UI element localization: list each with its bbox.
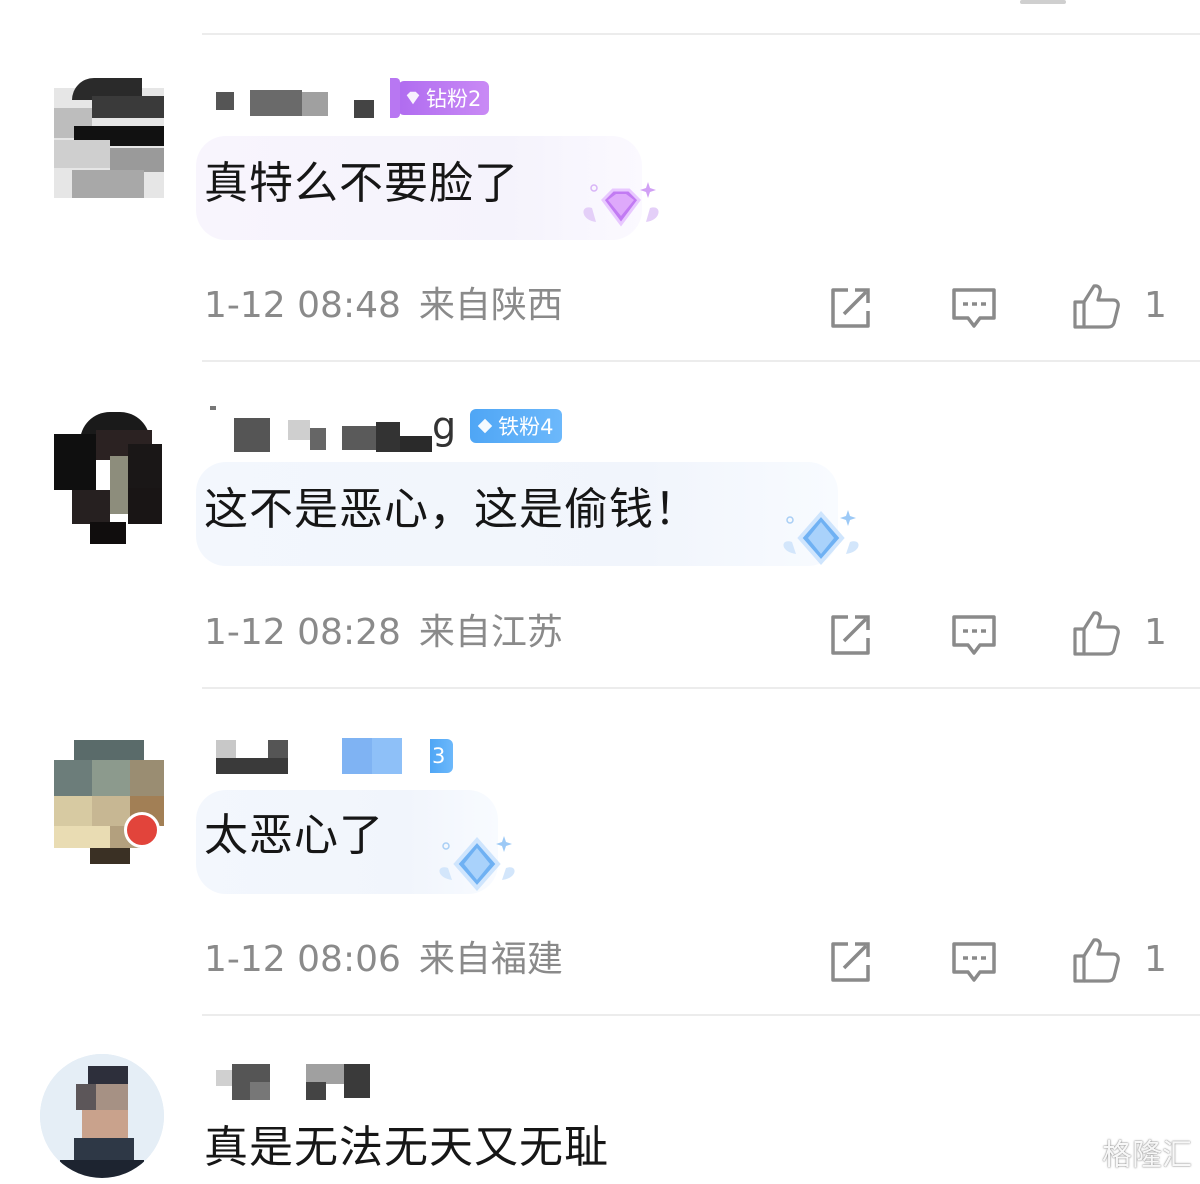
fan-badge-label: 铁粉4 (498, 415, 554, 439)
username-row: 3 (204, 736, 454, 776)
username-tail: g (432, 404, 457, 448)
comment-icon[interactable] (950, 284, 998, 332)
diamond-wings-icon (439, 836, 515, 892)
watermark: 格隆汇 (1064, 1130, 1192, 1174)
share-icon[interactable] (826, 938, 874, 986)
avatar[interactable] (40, 1054, 164, 1178)
fan-badge: 铁粉4 (470, 409, 562, 443)
comment-text: 真是无法无天又无耻 (204, 1122, 609, 1173)
comment-text: 真特么不要脸了 (204, 158, 519, 209)
comment-location: 来自江苏 (418, 612, 563, 653)
username-masked[interactable] (204, 736, 434, 776)
fan-badge: 钻粉2 (398, 81, 490, 115)
divider (202, 33, 1200, 35)
comment-location: 来自福建 (418, 939, 563, 980)
diamond-wings-icon (783, 510, 859, 566)
watermark-text: 格隆汇 (1102, 1138, 1192, 1173)
avatar[interactable] (54, 740, 164, 864)
comment-icon[interactable] (950, 611, 998, 659)
thumbs-up-icon[interactable] (1072, 936, 1120, 984)
watermark-logo-icon (1065, 1136, 1097, 1168)
comment-text: 这不是恶心，这是偷钱！ (204, 484, 699, 535)
avatar[interactable] (54, 78, 164, 200)
share-icon[interactable] (826, 284, 874, 332)
comment-text: 太恶心了 (204, 810, 384, 861)
diamond-wings-icon (583, 182, 659, 227)
avatar[interactable] (54, 404, 164, 544)
comment-time: 1-12 08:06 (204, 939, 401, 980)
username-masked[interactable] (204, 78, 400, 118)
diamond-icon (406, 91, 420, 105)
divider (202, 360, 1200, 362)
top-action-remnant (1020, 0, 1066, 4)
username-row: 钻粉2 (204, 78, 490, 118)
comment-icon[interactable] (950, 938, 998, 986)
divider (202, 687, 1200, 689)
thumbs-up-icon[interactable] (1072, 609, 1120, 657)
comment-meta: 1-12 08:06 来自福建 (204, 938, 563, 982)
comment-location: 来自陕西 (418, 285, 563, 326)
comment-time: 1-12 08:28 (204, 612, 401, 653)
thumbs-up-icon[interactable] (1072, 282, 1120, 330)
divider (202, 1014, 1200, 1016)
fan-badge-label: 钻粉2 (426, 87, 482, 111)
diamond-icon (477, 418, 493, 434)
username-masked[interactable] (204, 1060, 374, 1100)
comment-meta: 1-12 08:28 来自江苏 (204, 611, 563, 655)
comment-time: 1-12 08:48 (204, 285, 401, 326)
username-row (204, 1060, 374, 1100)
comment-meta: 1-12 08:48 来自陕西 (204, 284, 563, 328)
share-icon[interactable] (826, 611, 874, 659)
like-count: 1 (1144, 285, 1167, 326)
like-count: 1 (1144, 939, 1167, 980)
fan-badge-label: 3 (432, 744, 446, 768)
username-masked[interactable] (204, 406, 432, 452)
username-row: g 铁粉4 (204, 404, 562, 452)
like-count: 1 (1144, 612, 1167, 653)
